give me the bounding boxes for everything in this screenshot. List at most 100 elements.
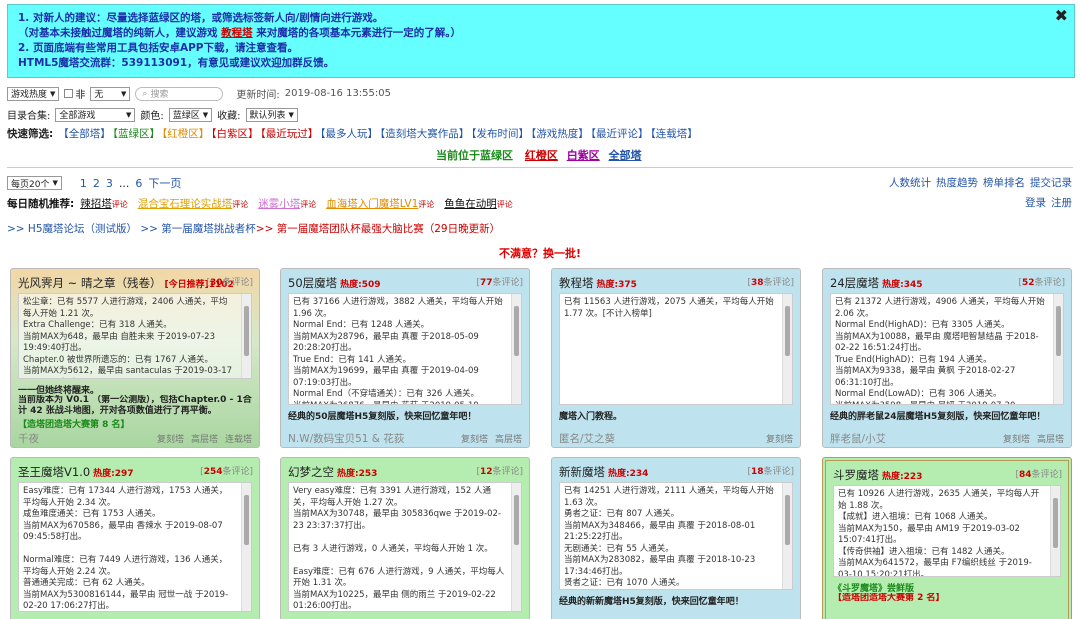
card-author[interactable]: 千夜 — [18, 433, 39, 445]
comment-count[interactable]: [52条评论] — [1018, 275, 1065, 288]
scrollbar[interactable] — [1050, 486, 1060, 576]
quick-filter-0[interactable]: 【全部塔】 — [58, 128, 111, 140]
forum-link[interactable]: >> H5魔塔论坛（测试版） >> 第一届魔塔挑战者杯 — [7, 223, 256, 235]
game-card[interactable]: 50层魔塔 热度:509 [77条评论] 已有 37166 人进行游戏，3882 人通… — [280, 268, 530, 448]
card-title[interactable]: 光风霁月 ~ 晴之章（残卷） — [18, 276, 161, 290]
top-right-links: 人数统计 热度趋势 榜单排名 提交记录 — [884, 175, 1072, 190]
scrollbar-thumb[interactable] — [244, 495, 249, 545]
comment-count[interactable]: [84条评论] — [1015, 467, 1062, 480]
card-tag[interactable]: 复刻塔 — [461, 435, 488, 445]
page-link-2[interactable]: 3 — [106, 177, 113, 190]
game-card[interactable]: 幻梦之空 热度:253 [12条评论] Very easy难度：已有 3391 人进行… — [280, 457, 530, 619]
scrollbar[interactable] — [241, 294, 251, 378]
quick-filter-8[interactable]: 【游戏热度】 — [531, 128, 589, 140]
quick-filter-2[interactable]: 【红橙区】 — [162, 128, 209, 140]
quick-filter-7[interactable]: 【发布时间】 — [471, 128, 529, 140]
checkbox-box[interactable] — [64, 89, 74, 98]
recommend-link-2[interactable]: 迷雾小塔 — [258, 198, 300, 210]
close-icon[interactable]: ✖ — [1055, 8, 1068, 24]
scrollbar[interactable] — [241, 483, 251, 611]
comment-count[interactable]: [12条评论] — [476, 464, 523, 477]
card-tag[interactable]: 复刻塔 — [1003, 435, 1030, 445]
stats-link-3[interactable]: 提交记录 — [1030, 177, 1072, 189]
scrollbar-thumb[interactable] — [1056, 306, 1061, 356]
quick-filter-4[interactable]: 【最近玩过】 — [260, 128, 318, 140]
scrollbar-thumb[interactable] — [514, 306, 519, 356]
card-tag[interactable]: 复刻塔 — [766, 435, 793, 445]
zone-link-white[interactable]: 白紫区 — [567, 149, 600, 162]
scrollbar-thumb[interactable] — [785, 495, 790, 545]
color-select[interactable]: 蓝绿区 ▼ — [168, 107, 213, 122]
recommend-link-4[interactable]: 鱼鱼在动明 — [444, 198, 497, 210]
stats-link-2[interactable]: 榜单排名 — [983, 177, 1025, 189]
catalog-select[interactable]: 全部游戏 ▼ — [55, 107, 136, 122]
scrollbar[interactable] — [1053, 294, 1063, 404]
quick-filter-10[interactable]: 【连载塔】 — [650, 128, 697, 140]
contest-link[interactable]: >> 第一届魔塔团队杯最强大脑比赛（29日晚更新） — [256, 223, 500, 235]
scrollbar-thumb[interactable] — [514, 495, 519, 545]
next-page-link[interactable]: 下一页 — [148, 175, 181, 191]
page-link-0[interactable]: 1 — [80, 177, 87, 190]
card-tag[interactable]: 高层塔 — [1037, 435, 1064, 445]
game-card[interactable]: 教程塔 热度:375 [38条评论] 已有 11563 人进行游戏，2075 人通关，… — [551, 268, 801, 448]
scrollbar-thumb[interactable] — [1053, 498, 1058, 548]
card-title[interactable]: 50层魔塔 — [288, 276, 337, 290]
card-tag[interactable]: 高层塔 — [191, 435, 218, 445]
game-card[interactable]: 24层魔塔 热度:345 [52条评论] 已有 21372 人进行游戏，4906 人通… — [822, 268, 1072, 448]
search-input[interactable]: ⌕ 搜索 — [135, 86, 224, 101]
recommend-link-3[interactable]: 血海塔入门魔塔LV1 — [326, 198, 418, 210]
tag-select[interactable]: 无 ▼ — [90, 86, 131, 101]
card-title[interactable]: 24层魔塔 — [830, 276, 879, 290]
card-title[interactable]: 新新魔塔 — [559, 465, 605, 479]
card-author[interactable]: 匿名/艾之葵 — [559, 433, 615, 445]
game-card[interactable]: 斗罗魔塔 热度:223 [84条评论] 已有 10926 人进行游戏，2635 人通关… — [822, 457, 1072, 619]
comment-count[interactable]: [38条评论] — [747, 275, 794, 288]
stats-link-0[interactable]: 人数统计 — [889, 177, 931, 189]
game-card[interactable]: 圣王魔塔V1.0 热度:297 [254条评论] Easy难度：已有 17344 人进… — [10, 457, 260, 619]
comment-count[interactable]: [18条评论] — [747, 464, 794, 477]
card-title[interactable]: 圣王魔塔V1.0 — [18, 465, 90, 479]
recommend-link-1[interactable]: 混合宝石理论实战塔 — [138, 198, 233, 210]
scrollbar-thumb[interactable] — [244, 306, 249, 356]
game-card[interactable]: 光风霁月 ~ 晴之章（残卷） [今日推荐]1102 [30条评论] 松尘章：已有 55… — [10, 268, 260, 448]
scrollbar[interactable] — [782, 294, 792, 404]
card-title[interactable]: 幻梦之空 — [288, 465, 334, 479]
game-card[interactable]: 新新魔塔 热度:234 [18条评论] 已有 14251 人进行游戏，2111 人通关… — [551, 457, 801, 619]
auth-link-0[interactable]: 登录 — [1025, 197, 1046, 209]
sort-select[interactable]: 游戏热度 ▼ — [7, 86, 60, 101]
card-tag[interactable]: 连载塔 — [225, 435, 252, 445]
scrollbar[interactable] — [511, 294, 521, 404]
scrollbar[interactable] — [782, 483, 792, 589]
card-tag[interactable]: 高层塔 — [495, 435, 522, 445]
card-author[interactable]: N.W/数码宝贝51 & 花荻 — [288, 433, 404, 445]
card-tag[interactable]: 复刻塔 — [157, 435, 184, 445]
card-author[interactable]: 胖老鼠/小艾 — [830, 433, 886, 445]
page-link-1[interactable]: 2 — [93, 177, 100, 190]
card-title[interactable]: 斗罗魔塔 — [833, 468, 879, 482]
quick-filter-1[interactable]: 【蓝绿区】 — [113, 128, 160, 140]
scrollbar-thumb[interactable] — [785, 306, 790, 356]
stats-link-1[interactable]: 热度趋势 — [936, 177, 978, 189]
update-time-label: 更新时间: — [236, 90, 280, 101]
quick-filter-6[interactable]: 【造刻塔大赛作品】 — [380, 128, 469, 140]
tutorial-tower-link[interactable]: 教程塔 — [221, 27, 253, 39]
quick-filter-3[interactable]: 【白紫区】 — [211, 128, 258, 140]
card-title[interactable]: 教程塔 — [559, 276, 594, 290]
shuffle-link[interactable]: 不满意？换一批! — [0, 245, 1080, 261]
quick-filter-5[interactable]: 【最多人玩】 — [320, 128, 378, 140]
comment-count[interactable]: [77条评论] — [476, 275, 523, 288]
quick-filter-9[interactable]: 【最近评论】 — [591, 128, 649, 140]
per-page-select[interactable]: 每页20个 ▼ — [7, 176, 62, 190]
comment-count[interactable]: [30条评论] — [206, 275, 253, 288]
auth-link-1[interactable]: 注册 — [1051, 197, 1072, 209]
zone-link-red[interactable]: 红橙区 — [525, 149, 558, 162]
scrollbar[interactable] — [511, 483, 521, 611]
fav-select[interactable]: 默认列表 ▼ — [245, 107, 298, 122]
comment-count[interactable]: [254条评论] — [200, 464, 253, 477]
recommend-link-0[interactable]: 辣招塔 — [80, 198, 112, 210]
zone-link-all[interactable]: 全部塔 — [609, 149, 642, 162]
stat-line: 勇者之证：已有 807 人通关。 — [564, 509, 680, 519]
notice-line-4: HTML5魔塔交流群：539113091，有意见或建议欢迎加群反馈。 — [18, 57, 335, 69]
page-link-4[interactable]: 6 — [135, 177, 142, 190]
not-checkbox[interactable]: 非 — [64, 86, 85, 101]
